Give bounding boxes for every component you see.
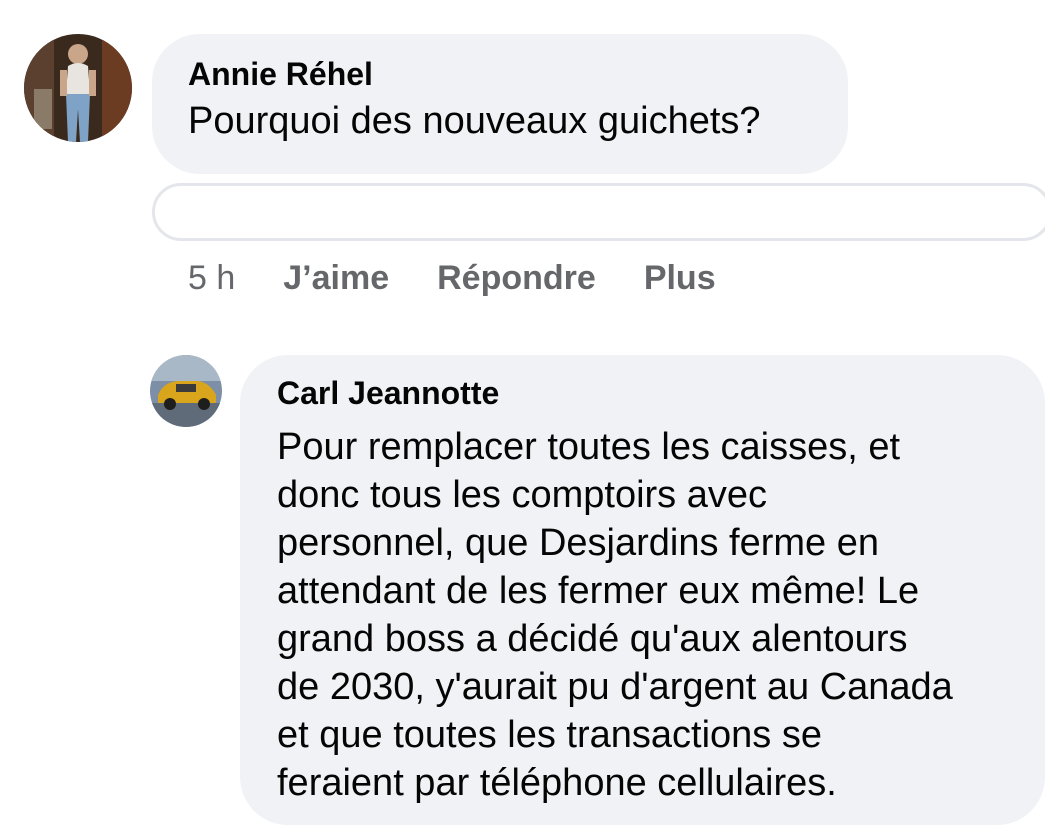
reply-button[interactable]: Répondre [437,259,596,298]
car-photo-icon [150,355,222,427]
comment-text: Pourquoi des nouveaux guichets? [188,100,761,142]
comment-line: de 2030, y'aurait pu d'argent au Canada [277,666,953,708]
comment-line: grand boss a décidé qu'aux alentours [277,618,908,660]
avatar-carl[interactable] [150,355,222,427]
avatar-annie[interactable] [24,34,132,142]
comment-line: et que toutes les transactions se [277,714,822,756]
comment-actions: 5 h J’aime Répondre Plus [188,258,764,298]
comment-line: donc tous les comptoirs avec [277,474,768,516]
comment-author[interactable]: Carl Jeannotte [277,373,1025,413]
comment-timestamp[interactable]: 5 h [188,259,235,298]
comment-bubble-carl: Carl Jeannotte Pour remplacer toutes les… [240,355,1045,825]
comment-line: feraient par téléphone cellulaires. [277,762,837,804]
more-button[interactable]: Plus [644,259,716,298]
comment-bubble-annie: Annie Réhel Pourquoi des nouveaux guiche… [152,34,848,174]
reply-input[interactable] [152,183,1045,241]
comment-line: Pour remplacer toutes les caisses, et [277,426,901,468]
comment-line: personnel, que Desjardins ferme en [277,522,880,564]
comment-author[interactable]: Annie Réhel [188,54,812,94]
comment-text: Pour remplacer toutes les caisses, et do… [277,423,1025,807]
like-button[interactable]: J’aime [283,259,389,298]
user-photo-icon [24,34,132,142]
comment-line: attendant de les fermer eux même! Le [277,570,920,612]
